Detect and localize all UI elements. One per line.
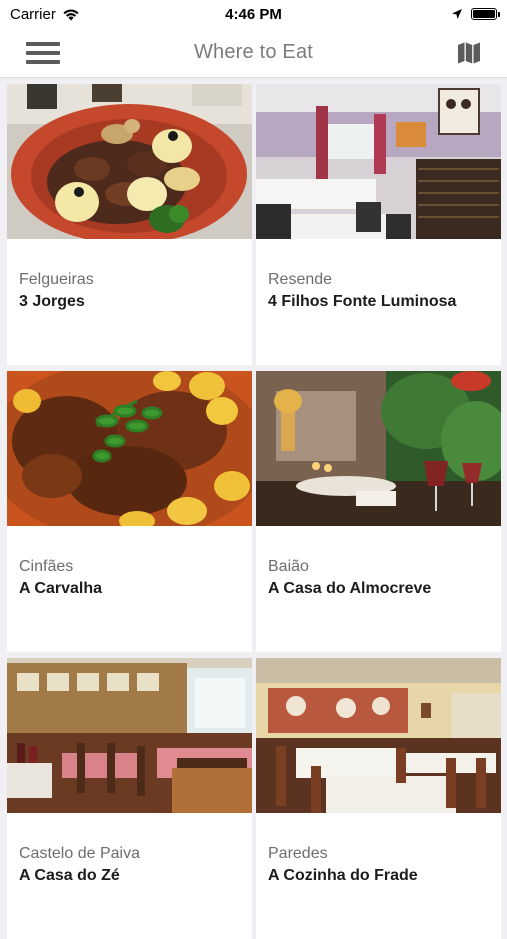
restaurant-card[interactable]: Paredes A Cozinha do Frade <box>256 658 501 939</box>
restaurant-photo <box>256 371 501 526</box>
carrier-label: Carrier <box>10 5 56 23</box>
card-text: Resende 4 Filhos Fonte Luminosa <box>256 239 501 313</box>
restaurant-name: A Casa do Zé <box>19 867 120 884</box>
restaurant-photo <box>7 658 252 813</box>
hamburger-icon-line <box>26 42 60 46</box>
restaurant-card[interactable]: Felgueiras 3 Jorges <box>7 84 252 365</box>
restaurant-photo <box>7 84 252 239</box>
card-text: Cinfães A Carvalha <box>7 526 252 600</box>
restaurant-location: Resende <box>268 271 333 288</box>
restaurant-location: Paredes <box>268 845 328 862</box>
hamburger-icon-line <box>26 60 60 64</box>
location-arrow-icon <box>452 9 462 19</box>
card-text: Paredes A Cozinha do Frade <box>256 813 501 887</box>
restaurant-name: 3 Jorges <box>19 293 85 310</box>
card-text: Felgueiras 3 Jorges <box>7 239 252 313</box>
restaurant-card[interactable]: Resende 4 Filhos Fonte Luminosa <box>256 84 501 365</box>
page-title: Where to Eat <box>193 41 314 63</box>
restaurant-card[interactable]: Castelo de Paiva A Casa do Zé <box>7 658 252 939</box>
restaurant-photo <box>7 371 252 526</box>
restaurant-photo <box>256 658 501 813</box>
restaurant-name: A Casa do Almocreve <box>268 580 432 597</box>
restaurant-photo <box>256 84 501 239</box>
status-right <box>451 8 500 20</box>
restaurant-location: Castelo de Paiva <box>19 845 140 862</box>
card-text: Castelo de Paiva A Casa do Zé <box>7 813 252 887</box>
restaurant-card[interactable]: Baião A Casa do Almocreve <box>256 371 501 652</box>
status-bar: Carrier 4:46 PM <box>0 0 507 28</box>
restaurant-name: A Cozinha do Frade <box>268 867 418 884</box>
restaurant-location: Cinfães <box>19 558 74 575</box>
restaurant-location: Baião <box>268 558 309 575</box>
hamburger-menu-button[interactable] <box>26 39 60 67</box>
restaurant-card[interactable]: Cinfães A Carvalha <box>7 371 252 652</box>
wifi-icon <box>63 9 79 20</box>
card-text: Baião A Casa do Almocreve <box>256 526 501 600</box>
hamburger-icon-line <box>26 51 60 55</box>
status-left: Carrier <box>10 6 80 23</box>
map-icon[interactable] <box>457 41 481 65</box>
restaurant-name: A Carvalha <box>19 580 102 597</box>
navigation-bar: Where to Eat <box>0 28 507 78</box>
restaurant-location: Felgueiras <box>19 271 94 288</box>
restaurant-name: 4 Filhos Fonte Luminosa <box>268 293 457 310</box>
battery-icon <box>471 8 500 20</box>
restaurant-grid: Felgueiras 3 Jorges Resende 4 Filhos Fon… <box>7 84 501 939</box>
